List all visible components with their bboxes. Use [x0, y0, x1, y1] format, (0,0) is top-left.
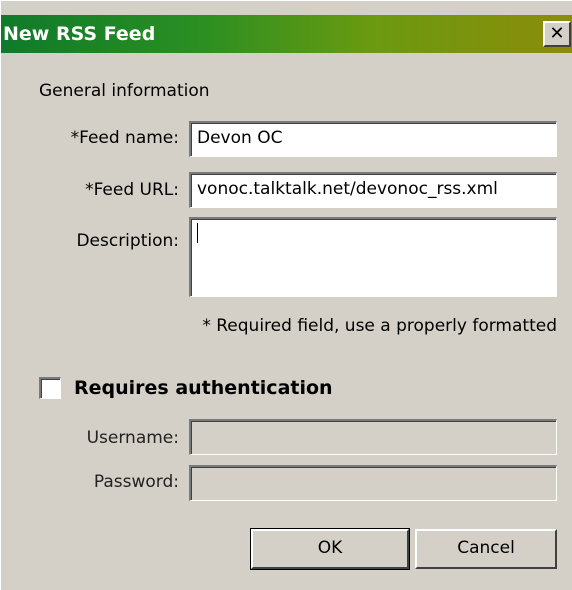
requires-authentication-label[interactable]: Requires authentication — [74, 376, 333, 400]
text-caret — [197, 222, 198, 243]
ok-button[interactable]: OK — [250, 528, 410, 570]
cancel-button[interactable]: Cancel — [415, 529, 557, 569]
requires-authentication-checkbox[interactable] — [39, 377, 61, 399]
feed-url-label: *Feed URL: — [85, 180, 179, 200]
general-information-heading: General information — [39, 81, 210, 101]
close-button[interactable]: ✕ — [543, 21, 571, 47]
feed-url-value: vonoc.talktalk.net/devonoc_rss.xml — [197, 179, 498, 199]
password-label: Password: — [93, 472, 179, 492]
username-label: Username: — [86, 428, 179, 448]
title-bar[interactable]: New RSS Feed ✕ — [1, 15, 572, 53]
close-icon: ✕ — [549, 23, 565, 44]
feed-name-label: *Feed name: — [70, 128, 179, 148]
required-field-note: * Required field, use a properly formatt… — [202, 316, 557, 336]
new-rss-feed-dialog: New RSS Feed ✕ General information *Feed… — [0, 0, 572, 590]
feed-name-input[interactable]: Devon OC — [189, 121, 557, 157]
description-textarea[interactable] — [189, 217, 557, 297]
feed-name-value: Devon OC — [197, 128, 283, 148]
password-input[interactable] — [189, 465, 557, 501]
description-label: Description: — [76, 231, 179, 251]
username-input[interactable] — [189, 419, 557, 455]
window-title: New RSS Feed — [3, 23, 156, 45]
feed-url-input[interactable]: vonoc.talktalk.net/devonoc_rss.xml — [189, 172, 557, 208]
